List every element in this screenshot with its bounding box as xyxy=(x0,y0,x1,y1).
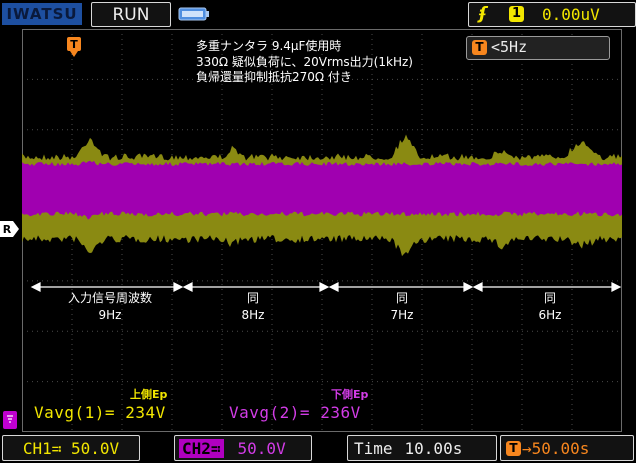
segment-9hz: 入力信号周波数 9Hz xyxy=(50,290,170,324)
trigger-badge-icon: T xyxy=(472,40,487,55)
frequency-readout[interactable]: T <5Hz xyxy=(466,36,610,60)
ch2-scale-button[interactable]: CH2≕ 50.0V xyxy=(174,435,312,461)
ch2-vavg-measurement: Vavg(2)= 236V xyxy=(229,403,361,422)
segment-frequency: 9Hz xyxy=(98,308,122,322)
ch1-scale-text: CH1≕ 50.0V xyxy=(22,438,120,458)
ch1-vavg-measurement: Vavg(1)= 234V xyxy=(34,403,166,422)
segment-label: 同 xyxy=(543,291,556,305)
segment-label: 同 xyxy=(246,291,259,305)
annotation-line-1: 多重ナンタラ 9.4μF使用時 xyxy=(196,39,342,53)
ch2-label-badge: CH2≕ xyxy=(179,438,224,458)
annotation-line-3: 負帰還量抑制抵抗270Ω 付き xyxy=(196,70,352,84)
ch1-scale-button[interactable]: CH1≕ 50.0V xyxy=(2,435,140,461)
trigger-marker-label: T xyxy=(70,38,78,51)
segment-label: 入力信号周波数 xyxy=(67,291,152,305)
segment-7hz: 同 7Hz xyxy=(342,290,462,324)
run-state-button[interactable]: RUN xyxy=(91,2,171,27)
reference-marker-label: R xyxy=(3,223,12,236)
segment-8hz: 同 8Hz xyxy=(193,290,313,324)
ch2-measurement-caption: 下側Ep xyxy=(331,388,369,401)
timebase-button[interactable]: Time 10.00s xyxy=(347,435,497,461)
trigger-delay-value: →50.00s xyxy=(522,438,590,458)
timebase-label: Time xyxy=(354,438,393,458)
segment-frequency: 6Hz xyxy=(538,308,562,322)
trigger-level: 0.00uV xyxy=(542,5,600,24)
trigger-delay-button[interactable]: T →50.00s xyxy=(500,435,634,461)
ch2-ground-marker[interactable] xyxy=(2,410,18,430)
ch2-scale-text: 50.0V xyxy=(237,438,286,458)
timebase-value: 10.00s xyxy=(404,438,463,458)
segment-frequency: 8Hz xyxy=(241,308,265,322)
rising-edge-icon: ʄ xyxy=(479,4,487,24)
oscilloscope-display xyxy=(22,29,622,432)
segment-6hz: 同 6Hz xyxy=(490,290,610,324)
reference-marker[interactable]: R xyxy=(0,221,20,237)
frequency-value: <5Hz xyxy=(491,38,528,56)
delay-trigger-badge: T xyxy=(506,440,521,456)
battery-icon xyxy=(178,7,209,21)
segment-label: 同 xyxy=(395,291,408,305)
trigger-position-marker[interactable]: T xyxy=(66,36,82,58)
ch1-measurement-caption: 上側Ep xyxy=(130,388,168,401)
trigger-status[interactable]: ʄ 1 0.00uV xyxy=(468,2,636,27)
trigger-channel-badge: 1 xyxy=(509,6,524,22)
segment-frequency: 7Hz xyxy=(390,308,414,322)
ch2-waveform xyxy=(22,160,622,220)
brand-logo: IWATSU xyxy=(2,3,82,25)
